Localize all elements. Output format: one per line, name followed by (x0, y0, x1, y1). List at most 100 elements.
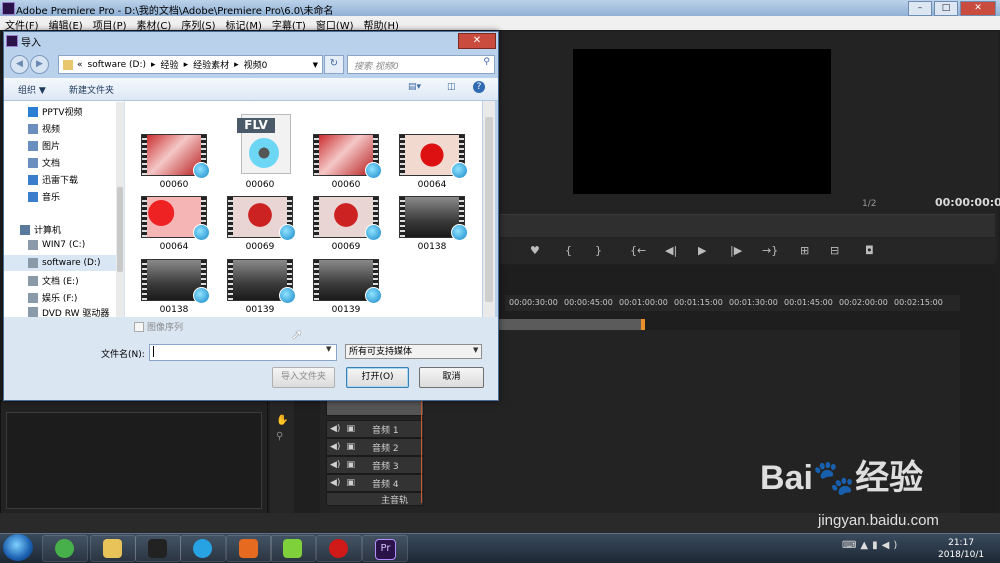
master-audio-track[interactable]: 主音轨 (326, 492, 424, 506)
taskbar-media-player-button[interactable] (270, 535, 316, 562)
nav-item-dvd[interactable]: DVD RW 驱动器 (28, 307, 109, 317)
checkbox-box[interactable] (134, 321, 144, 332)
work-area-bar[interactable] (497, 319, 643, 330)
minimize-button[interactable]: – (908, 1, 932, 16)
nav-item-documents[interactable]: 文档 (28, 156, 60, 169)
audio-track-3[interactable]: ◀) ▣ 音频 3 (326, 456, 424, 474)
menu-title[interactable]: 字幕(T) (267, 16, 311, 32)
go-to-out-icon[interactable]: →} (762, 244, 778, 257)
filename-input[interactable] (149, 344, 337, 361)
nav-item-thunder[interactable]: 迅雷下载 (28, 173, 78, 186)
breadcrumb-drive[interactable]: software (D:) (88, 60, 147, 70)
project-list[interactable] (6, 412, 262, 509)
help-icon[interactable]: ? (473, 81, 485, 93)
filename-dropdown-icon[interactable]: ▼ (326, 345, 331, 353)
speaker-icon[interactable]: ◀) (330, 442, 340, 452)
maximize-button[interactable]: □ (934, 1, 958, 16)
taskbar-clock[interactable]: 21:17 2018/10/1 (938, 537, 984, 561)
nav-item-drive-d[interactable]: software (D:) (4, 255, 116, 271)
system-tray-icons[interactable]: ⌨▲▮◀) (842, 540, 901, 551)
menu-marker[interactable]: 标记(M) (220, 16, 266, 32)
play-icon[interactable]: ▶ (698, 244, 706, 257)
out-point-icon[interactable]: } (595, 244, 602, 257)
file-tile[interactable] (309, 255, 383, 317)
taskbar-360-browser-button[interactable] (42, 535, 88, 562)
open-button[interactable]: 打开(O) (346, 367, 409, 388)
file-type-select[interactable]: 所有可支持媒体 (345, 344, 482, 359)
file-tile[interactable] (223, 255, 297, 317)
file-tile[interactable] (137, 255, 211, 317)
zoom-tool-icon[interactable]: ⚲ (276, 431, 283, 442)
audio-track-1[interactable]: ◀) ▣ 音频 1 (326, 420, 424, 438)
close-button[interactable]: ✕ (960, 1, 996, 16)
sync-lock-icon[interactable]: ▣ (346, 478, 355, 488)
sync-lock-icon[interactable]: ▣ (346, 460, 355, 470)
work-area-end-handle[interactable] (641, 319, 645, 330)
organize-button[interactable]: 组织 ▼ (18, 83, 46, 96)
image-sequence-checkbox[interactable]: 图像序列 (134, 320, 183, 333)
audio-track-4[interactable]: ◀) ▣ 音频 4 (326, 474, 424, 492)
timeline-ruler[interactable]: 00:00:30:00 00:00:45:00 00:01:00:00 00:0… (505, 295, 960, 311)
monitor-scrub-bar[interactable] (500, 214, 995, 237)
taskbar-premiere-button[interactable]: Pr (362, 535, 408, 562)
go-to-in-icon[interactable]: {← (630, 244, 646, 257)
menu-window[interactable]: 窗口(W) (311, 16, 359, 32)
taskbar-firefox-button[interactable] (226, 535, 272, 562)
preview-pane-icon[interactable]: ◫ (447, 82, 456, 92)
new-folder-button[interactable]: 新建文件夹 (69, 83, 114, 96)
sync-lock-icon[interactable]: ▣ (346, 424, 355, 434)
cancel-button[interactable]: 取消 (419, 367, 484, 388)
address-bar[interactable]: « software (D:) ▸ 经验 ▸ 经验素材 ▸ 视频0 ▼ (58, 55, 323, 74)
menu-edit[interactable]: 编辑(E) (44, 16, 88, 32)
forward-arrow-icon[interactable]: ▶ (30, 55, 49, 74)
step-forward-icon[interactable]: |▶ (730, 244, 742, 257)
sync-lock-icon[interactable]: ▣ (346, 442, 355, 452)
nav-item-pictures[interactable]: 图片 (28, 139, 60, 152)
menu-clip[interactable]: 素材(C) (132, 16, 177, 32)
file-tile[interactable] (137, 192, 211, 254)
speaker-icon[interactable]: ◀) (330, 424, 340, 434)
menu-help[interactable]: 帮助(H) (359, 16, 404, 32)
search-input[interactable]: 搜索 视频0 ⚲ (347, 55, 495, 74)
address-dropdown-icon[interactable]: ▼ (313, 61, 318, 69)
nav-item-pptv[interactable]: PPTV视频 (28, 105, 83, 118)
resolution-select[interactable]: 1/2 (862, 199, 876, 209)
import-folder-button[interactable]: 导入文件夹 (272, 367, 335, 388)
start-button[interactable] (3, 534, 33, 561)
nav-item-computer[interactable]: 计算机 (20, 223, 61, 236)
nav-item-drive-c[interactable]: WIN7 (C:) (28, 240, 85, 250)
breadcrumb-video0[interactable]: 视频0 (244, 58, 268, 71)
back-arrow-icon[interactable]: ◀ (10, 55, 29, 74)
in-point-icon[interactable]: { (565, 244, 572, 257)
nav-item-drive-e[interactable]: 文档 (E:) (28, 274, 79, 287)
menu-file[interactable]: 文件(F) (0, 16, 44, 32)
breadcrumb-overflow[interactable]: « (77, 60, 83, 70)
step-back-icon[interactable]: ◀| (665, 244, 677, 257)
files-scroll-thumb[interactable] (485, 117, 493, 302)
insert-icon[interactable]: ⊞ (800, 244, 809, 257)
camera-icon[interactable]: ◘ (865, 244, 874, 257)
file-tile[interactable] (395, 130, 469, 192)
menu-sequence[interactable]: 序列(S) (176, 16, 220, 32)
breadcrumb-sucai[interactable]: 经验素材 (193, 58, 229, 71)
file-tile[interactable] (137, 130, 211, 192)
nav-item-music[interactable]: 音乐 (28, 190, 60, 203)
taskbar-explorer-button[interactable] (90, 535, 136, 562)
file-tile[interactable] (395, 192, 469, 254)
file-tile[interactable] (309, 130, 383, 192)
speaker-icon[interactable]: ◀) (330, 460, 340, 470)
refresh-icon[interactable]: ↻ (324, 55, 344, 74)
speaker-icon[interactable]: ◀) (330, 478, 340, 488)
taskbar-qq-button[interactable] (135, 535, 181, 562)
nav-scroll-thumb[interactable] (117, 187, 123, 272)
overwrite-icon[interactable]: ⊟ (830, 244, 839, 257)
breadcrumb-jingyan[interactable]: 经验 (161, 58, 179, 71)
hand-tool-icon[interactable]: ✋ (276, 415, 288, 426)
file-tile[interactable] (223, 192, 297, 254)
taskbar-pptv-button[interactable] (180, 535, 226, 562)
file-tile[interactable] (223, 130, 297, 192)
marker-icon[interactable]: ♥ (530, 244, 540, 257)
search-icon[interactable]: ⚲ (483, 57, 490, 67)
menu-project[interactable]: 项目(P) (88, 16, 132, 32)
file-tile[interactable] (309, 192, 383, 254)
